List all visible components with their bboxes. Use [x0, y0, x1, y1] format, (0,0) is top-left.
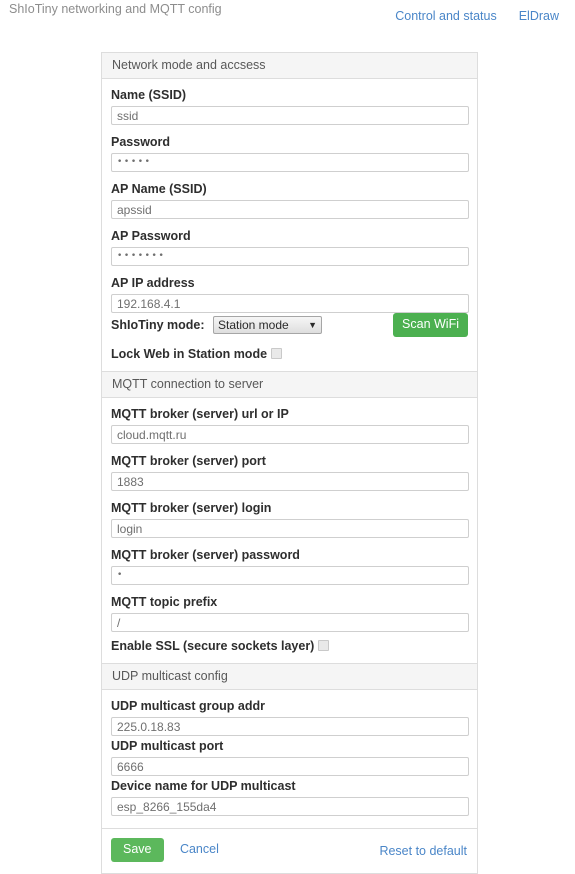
page-title: ShIoTiny networking and MQTT config: [9, 2, 222, 16]
password-input[interactable]: •••••: [111, 153, 469, 172]
mqtt-broker-url-label: MQTT broker (server) url or IP: [111, 407, 289, 421]
save-button[interactable]: Save: [111, 838, 164, 862]
udp-device-name-label: Device name for UDP multicast: [111, 779, 296, 793]
enable-ssl-row: Enable SSL (secure sockets layer): [111, 639, 468, 653]
udp-port-input[interactable]: [111, 757, 469, 776]
lock-web-row: Lock Web in Station mode: [111, 347, 468, 361]
top-bar: ShIoTiny networking and MQTT config Cont…: [0, 0, 575, 28]
ssid-label: Name (SSID): [111, 88, 187, 102]
mqtt-broker-url-input[interactable]: [111, 425, 469, 444]
ssid-input[interactable]: [111, 106, 469, 125]
mqtt-broker-login-label: MQTT broker (server) login: [111, 501, 272, 515]
shiotiny-mode-selected-value: Station mode: [217, 318, 289, 332]
mqtt-broker-password-label: MQTT broker (server) password: [111, 548, 300, 562]
lock-web-checkbox[interactable]: [271, 348, 283, 359]
shiotiny-mode-label: ShIoTiny mode:: [111, 318, 205, 332]
ap-ip-address-input[interactable]: [111, 294, 469, 313]
lock-web-label: Lock Web in Station mode: [111, 347, 268, 361]
udp-port-label: UDP multicast port: [111, 739, 224, 753]
shiotiny-mode-select[interactable]: Station mode ▼: [212, 316, 322, 334]
mqtt-broker-password-input[interactable]: •: [111, 566, 469, 585]
udp-device-name-input[interactable]: [111, 797, 469, 816]
nav-link-control-and-status[interactable]: Control and status: [395, 9, 496, 23]
ap-ssid-label: AP Name (SSID): [111, 182, 207, 196]
mqtt-panel: MQTT connection to server MQTT broker (s…: [101, 371, 478, 663]
cancel-link[interactable]: Cancel: [180, 842, 219, 856]
udp-panel-body: UDP multicast group addr UDP multicast p…: [102, 690, 477, 828]
udp-group-addr-label: UDP multicast group addr: [111, 699, 265, 713]
nav-link-eldraw[interactable]: ElDraw: [519, 9, 559, 23]
network-panel-body: Name (SSID) Password ••••• AP Name (SSID…: [102, 79, 477, 371]
chevron-down-icon: ▼: [308, 320, 317, 330]
ap-ip-address-label: AP IP address: [111, 276, 195, 290]
reset-to-default-link[interactable]: Reset to default: [379, 844, 467, 858]
scan-wifi-button[interactable]: Scan WiFi: [393, 313, 468, 337]
mqtt-topic-prefix-input[interactable]: [111, 613, 469, 632]
mqtt-panel-body: MQTT broker (server) url or IP MQTT brok…: [102, 398, 477, 663]
enable-ssl-label: Enable SSL (secure sockets layer): [111, 639, 315, 653]
udp-group-addr-input[interactable]: [111, 717, 469, 736]
network-panel: Network mode and accsess Name (SSID) Pas…: [101, 52, 478, 371]
ap-password-input[interactable]: •••••••: [111, 247, 469, 266]
config-form: Network mode and accsess Name (SSID) Pas…: [101, 52, 478, 874]
ap-password-label: AP Password: [111, 229, 191, 243]
mqtt-broker-port-label: MQTT broker (server) port: [111, 454, 266, 468]
enable-ssl-checkbox[interactable]: [318, 640, 330, 651]
mqtt-panel-heading: MQTT connection to server: [102, 372, 477, 398]
mqtt-topic-prefix-label: MQTT topic prefix: [111, 595, 218, 609]
udp-panel: UDP multicast config UDP multicast group…: [101, 663, 478, 828]
password-label: Password: [111, 135, 171, 149]
mqtt-broker-port-input[interactable]: [111, 472, 469, 491]
ap-ssid-input[interactable]: [111, 200, 469, 219]
mqtt-broker-login-input[interactable]: [111, 519, 469, 538]
network-panel-heading: Network mode and accsess: [102, 53, 477, 79]
form-footer: Save Cancel Reset to default: [101, 828, 478, 874]
udp-panel-heading: UDP multicast config: [102, 664, 477, 690]
mode-row: ShIoTiny mode: Station mode ▼ Scan WiFi: [111, 313, 468, 340]
top-navigation: Control and status ElDraw: [395, 9, 559, 23]
